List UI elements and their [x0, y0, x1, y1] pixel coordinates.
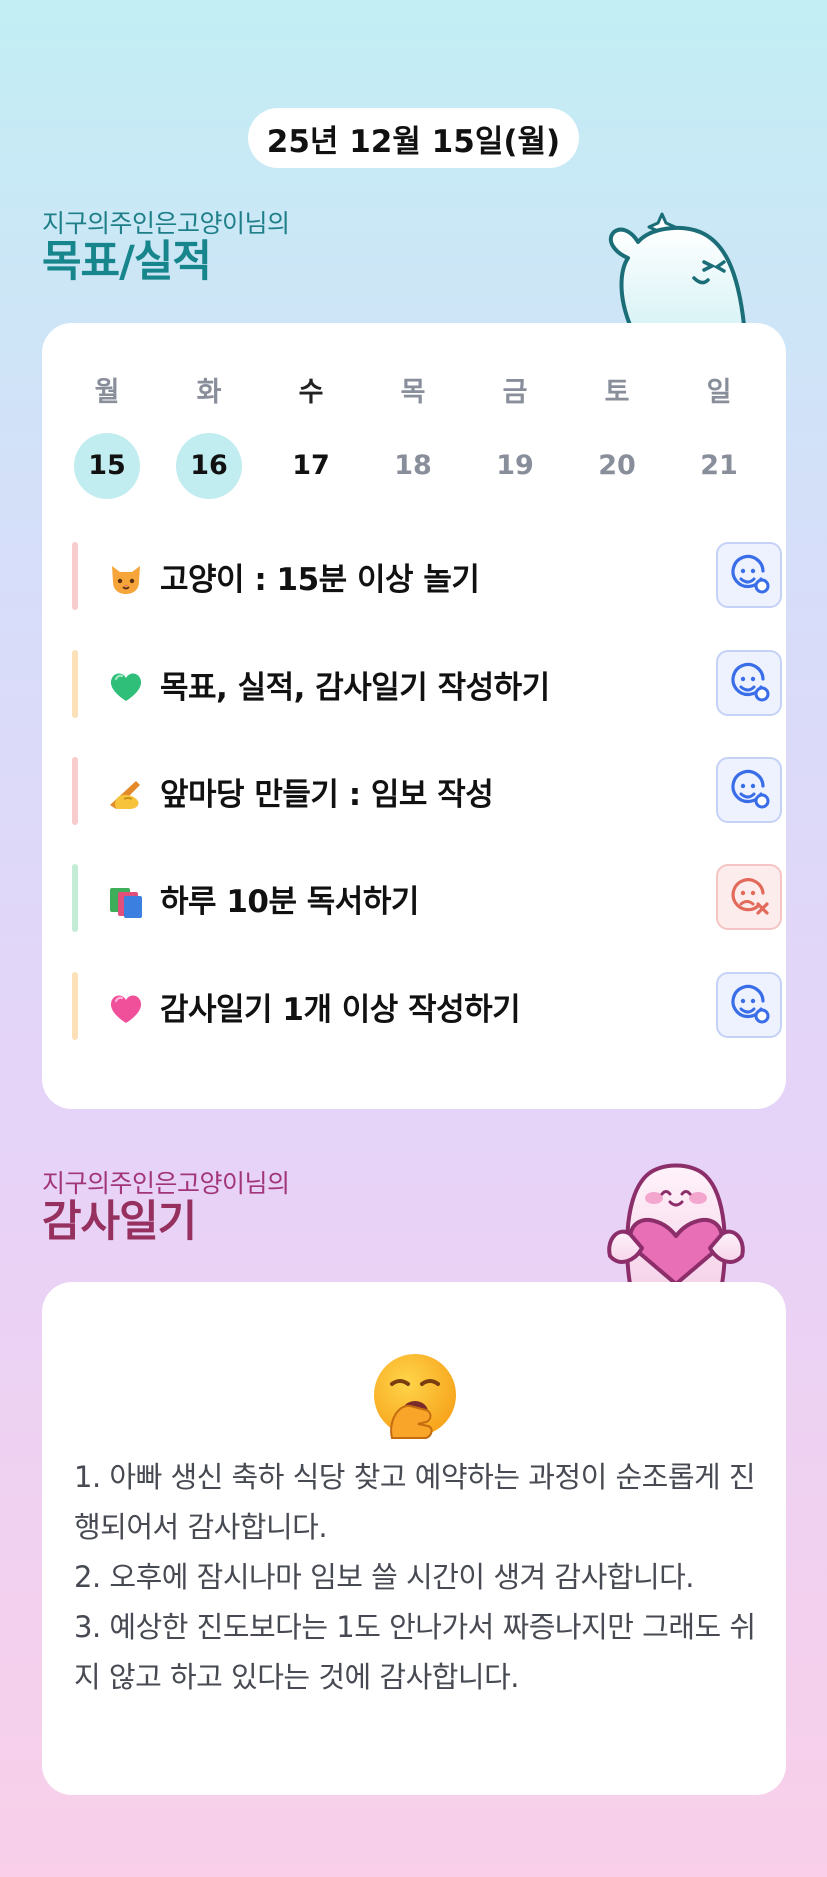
day-name-sun: 일 — [706, 377, 732, 408]
goal-item: 목표, 실적, 감사일기 작성하기 — [72, 650, 782, 720]
day-name-mon: 월 — [94, 377, 120, 408]
goals-section-header: 지구의주인은고양이님의 목표/실적 — [42, 209, 290, 285]
goal-text: 앞마당 만들기 : 임보 작성 — [160, 777, 494, 813]
gratitude-text: 1. 아빠 생신 축하 식당 찾고 예약하는 과정이 순조롭게 진행되어서 감사… — [74, 1452, 764, 1702]
smile-check-icon — [731, 554, 770, 594]
goals-title: 목표/실적 — [42, 237, 212, 287]
date-label: 25년 12월 15일(월) — [266, 123, 561, 160]
mascot-waving-icon — [608, 212, 746, 325]
gratitude-line: 2. 오후에 잠시나마 임보 쓸 시간이 생겨 감사합니다. — [74, 1560, 695, 1594]
goal-color-bar — [72, 972, 78, 1040]
gratitude-title: 감사일기 — [42, 1197, 197, 1247]
goals-owner: 지구의주인은고양이님의 — [42, 209, 290, 238]
goal-color-bar — [72, 757, 78, 825]
goal-text: 목표, 실적, 감사일기 작성하기 — [160, 670, 550, 706]
smile-check-icon — [731, 662, 770, 702]
goal-status-achieved-button[interactable] — [716, 972, 782, 1038]
goal-color-bar — [72, 864, 78, 932]
goal-text: 고양이 : 15분 이상 놀기 — [160, 562, 480, 598]
smile-check-icon — [731, 769, 770, 809]
goal-status-achieved-button[interactable] — [716, 650, 782, 716]
pink-heart-icon — [110, 995, 142, 1023]
day-18[interactable]: 18 — [380, 433, 446, 499]
cat-face-icon — [112, 566, 140, 594]
goal-item: 감사일기 1개 이상 작성하기 — [72, 972, 782, 1042]
sad-x-icon — [731, 878, 769, 915]
day-21[interactable]: 21 — [686, 433, 752, 499]
day-name-tue: 화 — [196, 377, 222, 408]
books-icon — [110, 888, 142, 918]
gratitude-line: 3. 예상한 진도보다는 1도 안나가서 짜증나지만 그래도 쉬지 않고 하고 … — [74, 1610, 756, 1694]
gratitude-line: 1. 아빠 생신 축하 식당 찾고 예약하는 과정이 순조롭게 진행되어서 감사… — [74, 1460, 756, 1544]
gratitude-card: 1. 아빠 생신 축하 식당 찾고 예약하는 과정이 순조롭게 진행되어서 감사… — [42, 1282, 786, 1795]
day-15[interactable]: 15 — [74, 433, 140, 499]
goal-item: 고양이 : 15분 이상 놀기 — [72, 542, 782, 612]
goal-color-bar — [72, 542, 78, 610]
yawning-face-icon — [374, 1354, 456, 1439]
writing-hand-icon — [110, 781, 140, 809]
day-name-thu: 목 — [400, 377, 426, 408]
goal-item: 하루 10분 독서하기 — [72, 864, 782, 934]
gratitude-section-header: 지구의주인은고양이님의 감사일기 — [42, 1169, 290, 1245]
gratitude-owner: 지구의주인은고양이님의 — [42, 1169, 290, 1198]
goal-text: 감사일기 1개 이상 작성하기 — [160, 992, 521, 1028]
goal-status-achieved-button[interactable] — [716, 757, 782, 823]
day-name-sat: 토 — [604, 377, 630, 408]
goal-color-bar — [72, 650, 78, 718]
week-calendar: 월 화 수 목 금 토 일 15 16 17 18 19 20 21 — [72, 373, 756, 499]
goal-text: 하루 10분 독서하기 — [160, 884, 419, 920]
goal-item: 앞마당 만들기 : 임보 작성 — [72, 757, 782, 827]
day-name-fri: 금 — [502, 377, 528, 408]
day-16[interactable]: 16 — [176, 433, 242, 499]
smile-check-icon — [731, 984, 770, 1024]
goal-status-achieved-button[interactable] — [716, 542, 782, 608]
day-17[interactable]: 17 — [278, 433, 344, 499]
day-19[interactable]: 19 — [482, 433, 548, 499]
day-20[interactable]: 20 — [584, 433, 650, 499]
goal-status-failed-button[interactable] — [716, 864, 782, 930]
date-pill[interactable]: 25년 12월 15일(월) — [248, 108, 579, 168]
green-heart-icon — [110, 673, 142, 701]
mascot-heart-icon — [607, 1163, 745, 1284]
goals-card: 월 화 수 목 금 토 일 15 16 17 18 19 20 21 고양이 :… — [42, 323, 786, 1109]
day-name-wed: 수 — [298, 377, 324, 408]
